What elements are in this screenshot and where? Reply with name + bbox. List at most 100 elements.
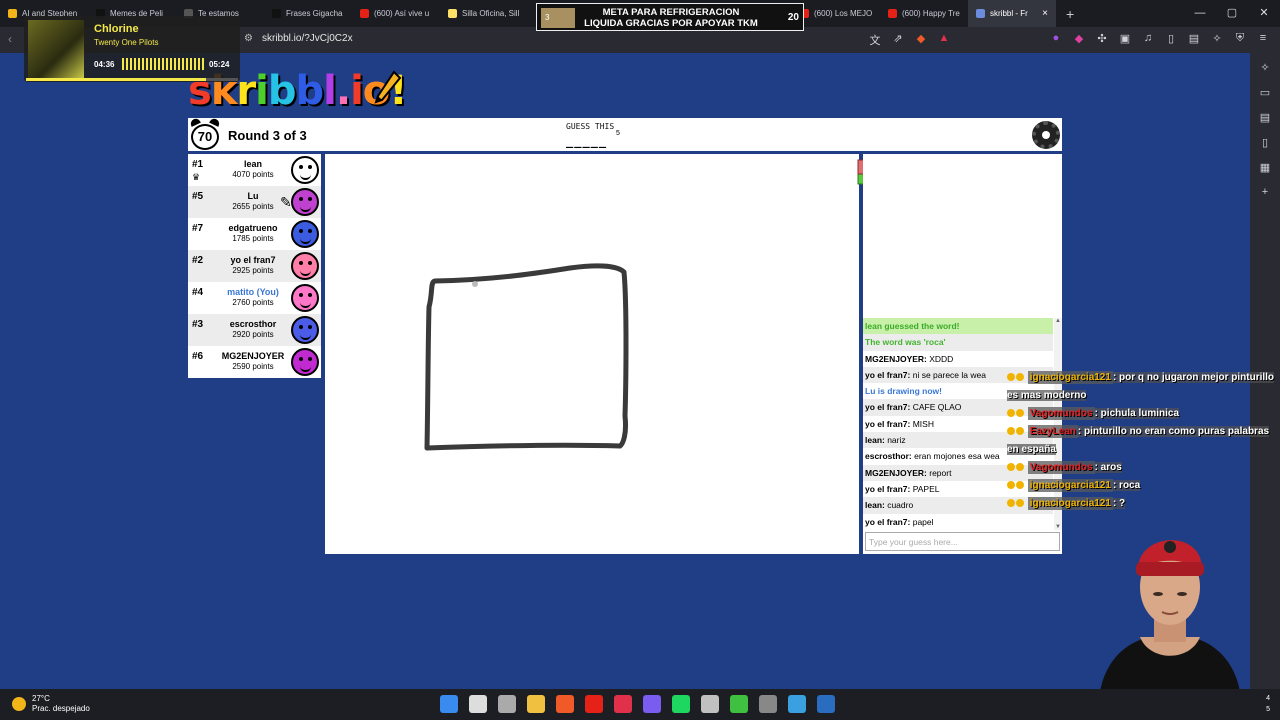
tab-favicon-icon — [272, 9, 281, 18]
player-row[interactable]: #3 escrosthor 2920 points — [188, 314, 321, 346]
player-rank: #3 — [192, 319, 204, 330]
settings-gear-icon[interactable] — [1032, 121, 1060, 149]
taskbar-app-icon[interactable] — [614, 695, 632, 713]
taskbar-app-icon[interactable] — [440, 695, 458, 713]
drawing-pencil-icon: ✎ — [280, 194, 292, 210]
add-sidebar-icon[interactable]: + — [1262, 186, 1268, 198]
history-icon[interactable]: ▦ — [1260, 161, 1270, 174]
taskbar-app-icon[interactable] — [498, 695, 516, 713]
goal-text-line2: LIQUIDA GRACIAS POR APOYAR TKM — [584, 18, 758, 29]
crown-icon: ♛ — [192, 172, 201, 182]
sidebar-toggle-icon[interactable]: ▯ — [1164, 32, 1178, 48]
tab-favicon-icon — [360, 9, 369, 18]
browser-tab[interactable]: (600) Así vive u — [352, 0, 440, 27]
player-row[interactable]: #6 MG2ENJOYER 2590 points — [188, 346, 321, 378]
taskbar-app-icon[interactable] — [469, 695, 487, 713]
player-rank: #1 — [192, 159, 204, 170]
timer-value: 70 — [191, 124, 219, 150]
stream-chat-user: ignaciogarcia121 — [1027, 371, 1113, 384]
stream-chat-user: Vagomundos — [1027, 461, 1095, 474]
taskbar-app-icon[interactable] — [759, 695, 777, 713]
chat-text: CAFE QLAO — [910, 402, 962, 413]
taskbar-app-icon[interactable] — [527, 695, 545, 713]
taskbar-app-icon[interactable] — [701, 695, 719, 713]
player-points: 2920 points — [232, 330, 274, 339]
close-window-icon[interactable]: ✕ — [1248, 0, 1280, 27]
taskbar-app-icon[interactable] — [585, 695, 603, 713]
translate-icon[interactable]: 文 — [868, 32, 882, 48]
taskbar-app-icon[interactable] — [672, 695, 690, 713]
tab-label: (600) Así vive u — [374, 9, 430, 18]
taskbar-app-icon[interactable] — [730, 695, 748, 713]
player-rank: #6 — [192, 351, 204, 362]
share-icon[interactable]: ⇗ — [891, 32, 905, 48]
menu-icon[interactable]: ≡ — [1256, 32, 1270, 48]
stream-chat-message: ignaciogarcia121: ? — [1005, 495, 1280, 513]
guess-input[interactable] — [865, 532, 1060, 551]
stream-chat-user: ignaciogarcia121 — [1027, 479, 1113, 492]
browser-tab[interactable]: (600) Los MEJO — [792, 0, 880, 27]
player-row[interactable]: #2 yo el fran7 2925 points — [188, 250, 321, 282]
browser-tab[interactable]: (600) Happy Tre — [880, 0, 968, 27]
drawing-canvas[interactable] — [325, 154, 882, 554]
clock-line2: 5 — [1266, 706, 1270, 713]
taskbar-app-icon[interactable] — [817, 695, 835, 713]
taskbar-apps — [440, 695, 835, 713]
taskbar-app-icon[interactable] — [788, 695, 806, 713]
brave-shield-icon[interactable]: ◆ — [914, 32, 928, 48]
wallet-icon[interactable]: ▤ — [1187, 32, 1201, 48]
scroll-up-icon[interactable]: ▲ — [1054, 318, 1062, 324]
player-list: #1 ♛ lean 4070 points #5 Lu 2655 points ✎ #7 edga… — [188, 154, 321, 378]
new-tab-button[interactable]: + — [1056, 6, 1084, 22]
player-row[interactable]: #7 edgatrueno 1785 points — [188, 218, 321, 250]
leo-icon[interactable]: ✧ — [1210, 32, 1224, 48]
reading-list-icon[interactable]: ▭ — [1260, 86, 1270, 99]
chat-user: MG2ENJOYER: — [865, 467, 927, 478]
wallet-sidebar-icon[interactable]: ▤ — [1260, 111, 1270, 124]
extension-pink-icon[interactable]: ◆ — [1072, 32, 1086, 48]
total-time: 05:24 — [209, 60, 230, 69]
weather-widget[interactable]: 27°C Prac. despejado — [12, 694, 90, 714]
scroll-down-icon[interactable]: ▼ — [1054, 524, 1062, 530]
browser-tab[interactable]: Frases Gigacha — [264, 0, 352, 27]
song-artist: Twenty One Pilots — [94, 38, 159, 47]
player-points: 1785 points — [232, 234, 274, 243]
music-icon[interactable]: ♫ — [1141, 32, 1155, 48]
cursor-dot — [472, 281, 478, 287]
taskbar-app-icon[interactable] — [556, 695, 574, 713]
window-controls: — ▢ ✕ — [1184, 0, 1280, 27]
chat-badge-icon — [1016, 499, 1024, 508]
browser-tab[interactable]: skribbl - Fr × — [968, 0, 1056, 27]
url-field[interactable]: skribbl.io/?JvCj0C2x — [262, 33, 353, 44]
tab-label: Silla Oficina, Sill — [462, 9, 520, 18]
site-info-icon[interactable]: ⚙ — [244, 33, 253, 44]
vpn-icon[interactable]: ⛨ — [1233, 32, 1247, 48]
bookmarks-icon[interactable]: ▯ — [1262, 136, 1268, 149]
player-name: matito (You) — [227, 287, 279, 297]
player-points: 2760 points — [232, 298, 274, 307]
extension-purple-icon[interactable]: ● — [1049, 32, 1063, 48]
stream-chat-message: Vagomundos: aros — [1005, 459, 1280, 477]
leo-sidebar-icon[interactable]: ✧ — [1260, 61, 1269, 74]
player-row[interactable]: #5 Lu 2655 points ✎ — [188, 186, 321, 218]
chat-badge-icon — [1007, 373, 1015, 382]
player-row[interactable]: #1 ♛ lean 4070 points — [188, 154, 321, 186]
player-rank: #5 — [192, 191, 204, 202]
word-length: 5 — [616, 130, 620, 137]
system-clock: 4 5 — [1266, 693, 1270, 715]
player-points: 2590 points — [232, 362, 274, 371]
player-row[interactable]: #4 matito (You) 2760 points — [188, 282, 321, 314]
maximize-icon[interactable]: ▢ — [1216, 0, 1248, 27]
back-icon[interactable]: ‹ — [8, 32, 12, 46]
browser-tab[interactable]: Silla Oficina, Sill — [440, 0, 528, 27]
elapsed-time: 04:36 — [94, 60, 115, 69]
close-tab-icon[interactable]: × — [1042, 8, 1048, 19]
logo-letter: b — [267, 68, 297, 114]
extensions-icon[interactable]: ✣ — [1095, 32, 1109, 48]
chat-badge-icon — [1007, 481, 1015, 490]
taskbar-app-icon[interactable] — [643, 695, 661, 713]
player-avatar — [291, 220, 319, 248]
brave-rewards-icon[interactable]: ▲ — [937, 32, 951, 48]
tab-manager-icon[interactable]: ▣ — [1118, 32, 1132, 48]
minimize-icon[interactable]: — — [1184, 0, 1216, 27]
